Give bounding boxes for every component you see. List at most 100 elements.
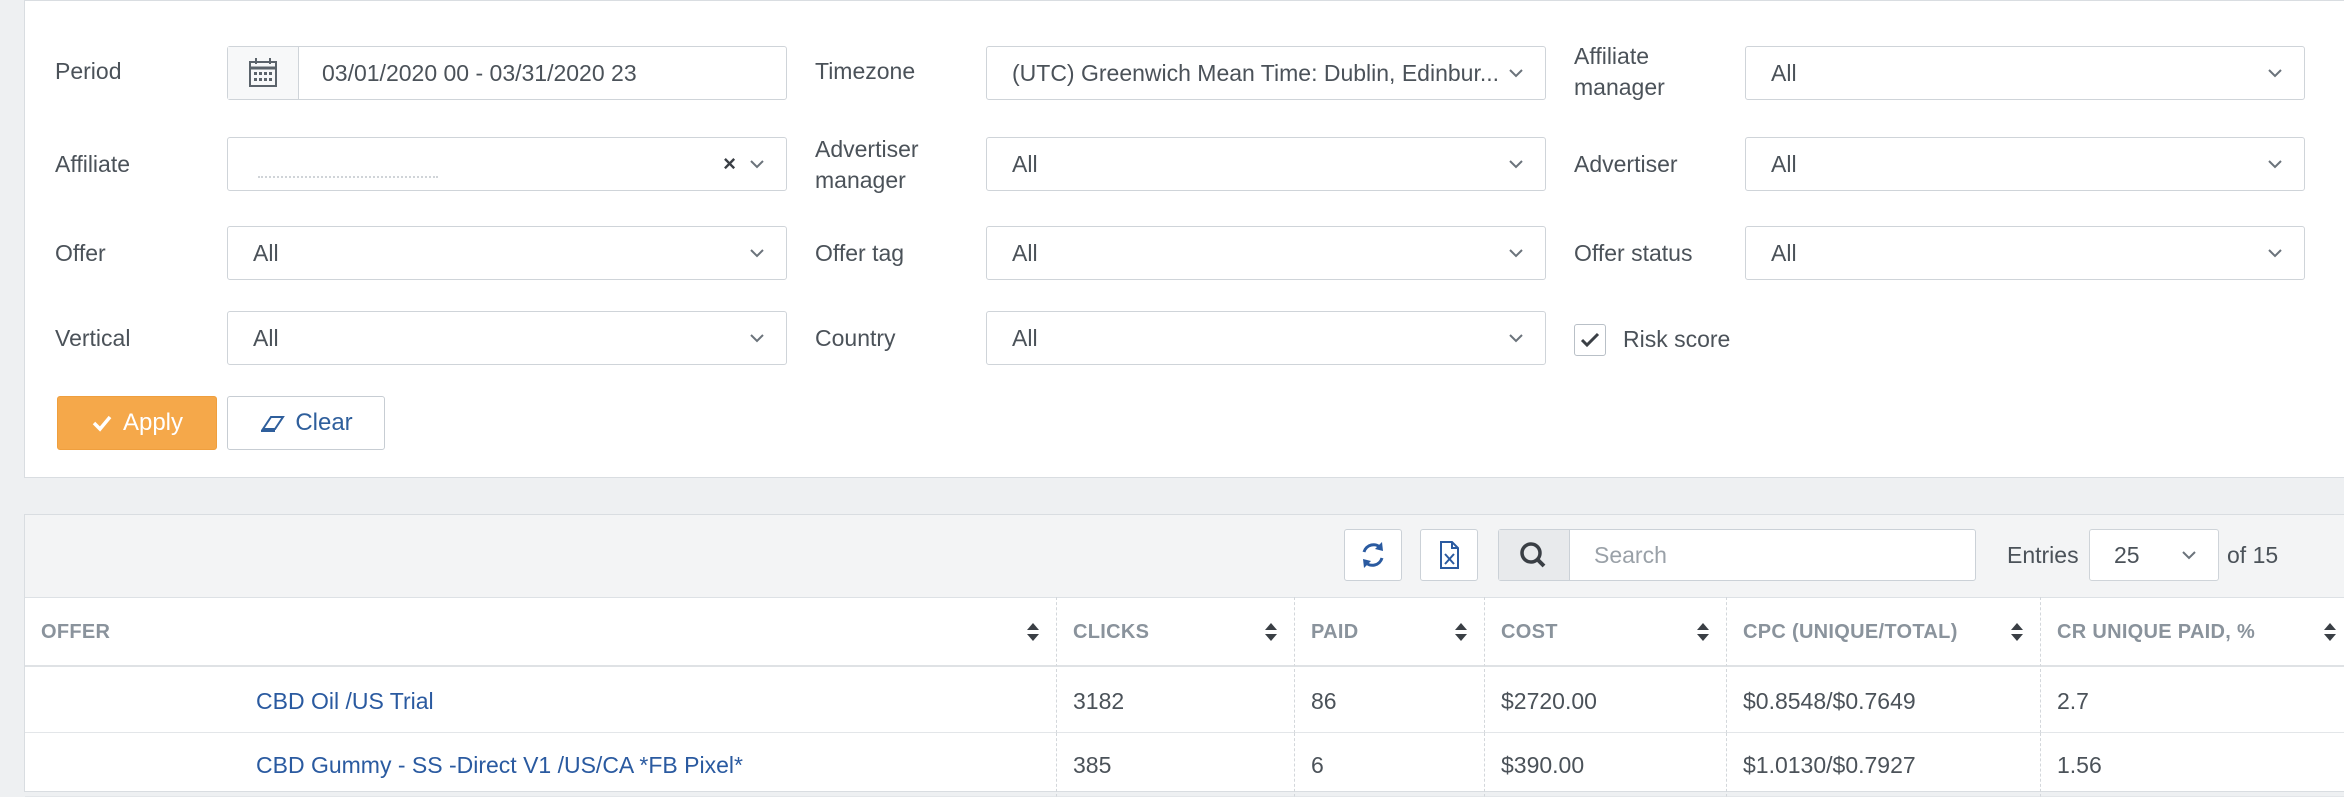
sort-icon: [1027, 623, 1039, 641]
column-header-cr[interactable]: CR UNIQUE PAID, %: [2041, 597, 2344, 667]
affiliate-manager-select[interactable]: All: [1745, 46, 2305, 100]
search-icon[interactable]: [1499, 530, 1570, 580]
apply-button[interactable]: Apply: [57, 396, 217, 450]
chevron-down-icon: [2268, 69, 2282, 78]
sort-icon: [2011, 623, 2023, 641]
table-cell-cr: 1.56: [2041, 733, 2344, 797]
report-table: Entries 25 of 15 OFFER CLICKS PAID COST …: [24, 514, 2344, 797]
offer-tag-select[interactable]: All: [986, 226, 1546, 280]
advertiser-value: All: [1771, 151, 1797, 177]
sort-icon: [1265, 623, 1277, 641]
eraser-icon: [261, 416, 286, 432]
advertiser-manager-label-line2: manager: [815, 167, 906, 193]
period-value: 03/01/2020 00 - 03/31/2020 23: [322, 60, 637, 86]
affiliate-manager-value: All: [1771, 60, 1797, 86]
redacted-affiliate: [258, 176, 438, 180]
offer-status-label: Offer status: [1574, 240, 1693, 266]
column-header-label: CPC (UNIQUE/TOTAL): [1743, 621, 1958, 643]
chevron-down-icon: [1509, 160, 1523, 169]
affiliate-select[interactable]: ×: [227, 137, 787, 191]
country-select[interactable]: All: [986, 311, 1546, 365]
total-pages-label: of 15: [2227, 542, 2279, 568]
table-cell-cost: $2720.00: [1485, 669, 1727, 733]
column-header-offer[interactable]: OFFER: [25, 597, 1057, 667]
column-header-label: OFFER: [41, 621, 111, 643]
column-header-cpc[interactable]: CPC (UNIQUE/TOTAL): [1727, 597, 2041, 667]
export-excel-button[interactable]: [1420, 529, 1478, 581]
table-toolbar: Entries 25 of 15: [25, 515, 2344, 598]
advertiser-manager-label-line1: Advertiser: [815, 136, 919, 162]
offer-status-select[interactable]: All: [1745, 226, 2305, 280]
excel-icon: [1440, 541, 1459, 569]
chevron-down-icon: [1509, 249, 1523, 258]
country-label: Country: [815, 325, 896, 351]
refresh-button[interactable]: [1344, 529, 1402, 581]
sort-icon: [1697, 623, 1709, 641]
affiliate-manager-label-line2: manager: [1574, 74, 1665, 100]
period-field[interactable]: 03/01/2020 00 - 03/31/2020 23: [227, 46, 787, 100]
column-header-label: PAID: [1311, 621, 1359, 643]
table-cell-cr: 2.7: [2041, 669, 2344, 733]
column-header-cost[interactable]: COST: [1485, 597, 1727, 667]
timezone-select[interactable]: (UTC) Greenwich Mean Time: Dublin, Edinb…: [986, 46, 1546, 100]
chevron-down-icon: [750, 249, 764, 258]
advertiser-manager-label: Advertiser manager: [815, 134, 919, 196]
column-header-clicks[interactable]: CLICKS: [1057, 597, 1295, 667]
advertiser-label: Advertiser: [1574, 151, 1678, 177]
table-row-offer-link[interactable]: CBD Oil /US Trial: [25, 669, 1057, 733]
sort-icon: [2324, 623, 2336, 641]
advertiser-manager-value: All: [1012, 151, 1038, 177]
clear-label: Clear: [295, 409, 353, 436]
apply-label: Apply: [122, 409, 184, 436]
timezone-value: (UTC) Greenwich Mean Time: Dublin, Edinb…: [1012, 60, 1500, 86]
chevron-down-icon: [750, 334, 764, 343]
table-cell-cpc: $0.8548/$0.7649: [1727, 669, 2041, 733]
vertical-select[interactable]: All: [227, 311, 787, 365]
offer-status-value: All: [1771, 240, 1797, 266]
advertiser-manager-select[interactable]: All: [986, 137, 1546, 191]
offer-label: Offer: [55, 240, 106, 266]
search-box: [1498, 529, 1976, 581]
timezone-label: Timezone: [815, 58, 916, 84]
table-cell-cost: $390.00: [1485, 733, 1727, 797]
affiliate-label: Affiliate: [55, 151, 131, 177]
column-header-label: COST: [1501, 621, 1558, 643]
column-header-label: CLICKS: [1073, 621, 1150, 643]
entries-select[interactable]: 25: [2089, 529, 2219, 581]
chevron-down-icon: [1509, 69, 1523, 78]
risk-score-checkbox[interactable]: [1574, 324, 1606, 356]
calendar-icon[interactable]: [228, 47, 299, 99]
offer-tag-value: All: [1012, 240, 1038, 266]
chevron-down-icon: [1509, 334, 1523, 343]
advertiser-select[interactable]: All: [1745, 137, 2305, 191]
table-cell-paid: 86: [1295, 669, 1485, 733]
affiliate-manager-label: Affiliate manager: [1574, 41, 1665, 103]
chevron-down-icon: [2268, 160, 2282, 169]
check-icon: [92, 415, 112, 432]
clear-x-icon[interactable]: ×: [723, 138, 736, 190]
table-cell-paid: 6: [1295, 733, 1485, 797]
clear-button[interactable]: Clear: [227, 396, 385, 450]
filter-panel: Period 03/01/2020 00 - 03/31/2020 23 Tim…: [24, 0, 2344, 478]
offer-tag-label: Offer tag: [815, 240, 905, 266]
chevron-down-icon: [2268, 249, 2282, 258]
check-icon: [1580, 332, 1600, 348]
offer-value: All: [253, 240, 279, 266]
column-header-label: CR UNIQUE PAID, %: [2057, 621, 2256, 643]
vertical-label: Vertical: [55, 325, 131, 351]
table-cell-clicks: 385: [1057, 733, 1295, 797]
refresh-icon: [1362, 542, 1384, 568]
affiliate-manager-label-line1: Affiliate: [1574, 43, 1650, 69]
search-input[interactable]: [1570, 530, 1970, 580]
table-cell-clicks: 3182: [1057, 669, 1295, 733]
column-header-paid[interactable]: PAID: [1295, 597, 1485, 667]
table-row-offer-link[interactable]: CBD Gummy - SS -Direct V1 /US/CA *FB Pix…: [25, 733, 1057, 797]
chevron-down-icon: [750, 160, 764, 169]
table-cell-cpc: $1.0130/$0.7927: [1727, 733, 2041, 797]
chevron-down-icon: [2182, 551, 2196, 560]
entries-label: Entries: [2007, 542, 2079, 568]
entries-value: 25: [2114, 542, 2140, 568]
risk-score-label: Risk score: [1623, 326, 1731, 352]
offer-select[interactable]: All: [227, 226, 787, 280]
vertical-value: All: [253, 325, 279, 351]
